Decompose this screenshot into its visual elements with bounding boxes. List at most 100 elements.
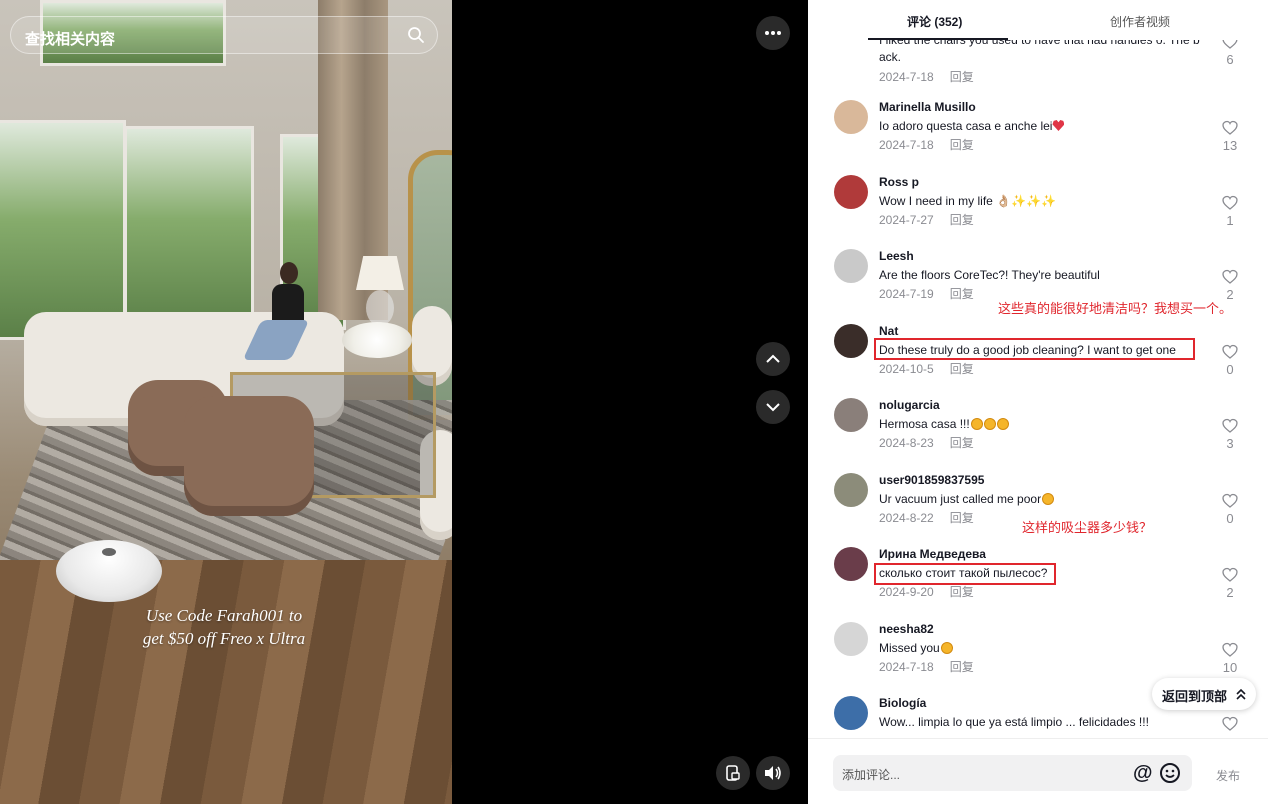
promo-line-2: get $50 off Freo x Ultra — [142, 629, 306, 648]
comment-username[interactable]: Leesh — [879, 249, 914, 263]
chevron-up-icon — [766, 354, 780, 363]
avatar[interactable] — [834, 547, 868, 581]
comment-body: Are the floors CoreTec?! They're beautif… — [879, 267, 1209, 284]
comment-item: Ross p Wow I need in my life 👌🏼✨✨✨ 2024-7-… — [808, 175, 1268, 247]
previous-video-button[interactable] — [756, 342, 790, 376]
comment-username[interactable]: nolugarcia — [879, 398, 940, 412]
reply-button[interactable]: 回复 — [950, 436, 974, 450]
search-input[interactable]: 查找相关内容 — [25, 28, 115, 49]
flowers — [342, 322, 412, 358]
like-button[interactable]: 10 — [1218, 642, 1242, 675]
search-bar[interactable]: 查找相关内容 — [10, 16, 438, 54]
tab-comments[interactable]: 评论 (352) — [907, 13, 962, 30]
heart-icon — [1222, 642, 1238, 657]
reply-button[interactable]: 回复 — [950, 213, 974, 227]
comment-body: Wow I need in my life 👌🏼✨✨✨ — [879, 193, 1209, 210]
window-center — [124, 126, 254, 332]
like-button[interactable]: 2 — [1218, 567, 1242, 600]
floor — [0, 560, 452, 804]
heart-icon — [1222, 269, 1238, 284]
comment-username[interactable]: Ross p — [879, 175, 919, 189]
like-count: 1 — [1226, 213, 1234, 228]
pip-icon — [726, 765, 740, 781]
like-button[interactable]: 0 — [1218, 344, 1242, 377]
like-button[interactable]: 1 — [1218, 195, 1242, 228]
heart-icon — [1222, 195, 1238, 210]
like-count: 2 — [1226, 585, 1234, 600]
mention-icon[interactable]: @ — [1133, 762, 1153, 785]
heart-icon — [1222, 493, 1238, 508]
like-button[interactable]: 13 — [1218, 120, 1242, 153]
comment-username[interactable]: user901859837595 — [879, 473, 984, 487]
like-button[interactable]: 0 — [1218, 493, 1242, 526]
reply-button[interactable]: 回复 — [950, 585, 974, 599]
like-count: 6 — [1226, 52, 1234, 67]
comment-body: Missed you — [879, 640, 1209, 657]
volume-button[interactable] — [756, 756, 790, 790]
comment-date: 2024-7-18 — [879, 138, 934, 152]
comment-text: Are the floors CoreTec?! They're beautif… — [879, 268, 1100, 282]
like-count: 0 — [1226, 362, 1234, 377]
avatar[interactable] — [834, 398, 868, 432]
tab-creator-videos[interactable]: 创作者视频 — [1110, 13, 1170, 30]
comment-item: Nat Do these truly do a good job cleaning… — [808, 324, 1268, 396]
back-to-top-label: 返回到顶部 — [1162, 689, 1228, 704]
reply-button[interactable]: 回复 — [950, 362, 974, 376]
avatar[interactable] — [834, 100, 868, 134]
like-button[interactable]: 3 — [1218, 418, 1242, 451]
like-count: 10 — [1222, 660, 1238, 675]
promo-overlay-text: Use Code Farah001 to get $50 off Freo x … — [112, 604, 336, 650]
avatar[interactable] — [834, 622, 868, 656]
avatar[interactable] — [834, 473, 868, 507]
comment-input[interactable]: 添加评论... @ — [833, 755, 1192, 791]
comment-username[interactable]: Biología — [879, 696, 926, 710]
tab-underline — [868, 38, 1008, 40]
more-button[interactable] — [756, 16, 790, 50]
comment-username[interactable]: neesha82 — [879, 622, 934, 636]
comment-username[interactable]: Nat — [879, 324, 898, 338]
more-icon — [765, 31, 781, 35]
reply-button[interactable]: 回复 — [950, 511, 974, 525]
reply-button[interactable]: 回复 — [950, 287, 974, 301]
comment-meta: 2024-10-5 回复 — [879, 360, 974, 377]
lamp-base — [366, 290, 394, 326]
reply-button[interactable]: 回复 — [950, 660, 974, 674]
comment-username[interactable]: Ирина Медведева — [879, 547, 986, 561]
video-frame[interactable]: Use Code Farah001 to get $50 off Freo x … — [0, 0, 452, 804]
chevron-down-icon — [766, 403, 780, 412]
like-count: 13 — [1222, 138, 1238, 153]
reply-button[interactable]: 回复 — [950, 70, 974, 84]
tab-bar: 评论 (352) 创作者视频 — [808, 0, 1268, 40]
comment-text: Io adoro questa casa e anche lei — [879, 119, 1053, 133]
search-icon[interactable] — [407, 26, 425, 44]
pip-button[interactable] — [716, 756, 750, 790]
comment-text: Wow I need in my life 👌🏼✨✨✨ — [879, 194, 1056, 208]
comment-meta: 2024-8-22 回复 — [879, 509, 974, 526]
avatar[interactable] — [834, 175, 868, 209]
face-emoji-icon — [1042, 493, 1055, 505]
comment-text: Hermosa casa !!! — [879, 417, 970, 431]
double-chevron-up-icon — [1236, 688, 1246, 700]
lamp-shade — [356, 256, 404, 290]
comment-item: nolugarcia Hermosa casa !!! 2024-8-23 回复 3 — [808, 398, 1268, 470]
avatar[interactable] — [834, 324, 868, 358]
emoji-icon[interactable] — [1159, 762, 1181, 784]
pouf-center — [184, 396, 314, 516]
comment-date: 2024-7-18 — [879, 70, 934, 84]
comment-meta: 2024-7-18 回复 — [879, 658, 974, 675]
comment-body: Ur vacuum just called me poor — [879, 491, 1209, 508]
publish-button[interactable]: 发布 — [1216, 767, 1240, 784]
comment-username[interactable]: Marinella Musillo — [879, 100, 976, 114]
back-to-top-button[interactable]: 返回到顶部 — [1152, 678, 1256, 710]
avatar[interactable] — [834, 696, 868, 730]
comment-date: 2024-10-5 — [879, 362, 934, 376]
comment-date: 2024-8-22 — [879, 511, 934, 525]
like-button[interactable] — [1218, 716, 1242, 734]
comment-list[interactable]: I liked the chairs you used to have that… — [808, 0, 1268, 738]
avatar[interactable] — [834, 249, 868, 283]
volume-icon — [765, 766, 781, 780]
next-video-button[interactable] — [756, 390, 790, 424]
video-panel: Use Code Farah001 to get $50 off Freo x … — [0, 0, 808, 804]
annotation-irina-translation: 这样的吸尘器多少钱？ — [1022, 520, 1153, 535]
reply-button[interactable]: 回复 — [950, 138, 974, 152]
